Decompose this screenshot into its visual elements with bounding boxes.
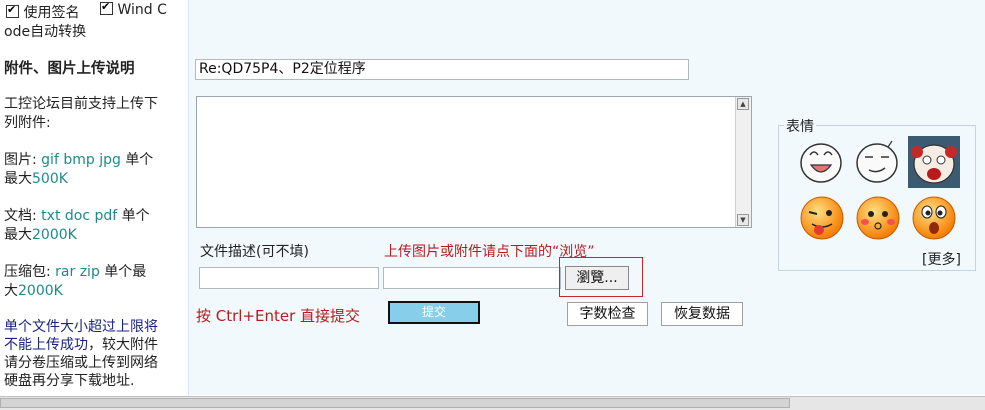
- doc-label: 文档:: [4, 208, 37, 224]
- option-signature[interactable]: 使用签名: [6, 2, 79, 22]
- image-max-line: 最大500K: [4, 168, 68, 188]
- textarea-scrollbar[interactable]: ▲ ▼: [735, 97, 751, 227]
- browse-button[interactable]: 瀏覽...: [565, 266, 629, 290]
- tongue-wink-emoticon[interactable]: [797, 194, 847, 244]
- intro-line1: 工控论坛目前支持上传下: [4, 96, 158, 112]
- image-max-word: 最大: [4, 171, 32, 187]
- file-path-input[interactable]: [383, 267, 561, 289]
- zip-max-prefix: 单个最: [104, 264, 147, 280]
- signature-checkbox[interactable]: [6, 3, 19, 18]
- more-emoticons-link[interactable]: [更多]: [922, 249, 961, 269]
- scroll-down-icon[interactable]: ▼: [737, 214, 749, 226]
- windcode-label-line2: ode自动转换: [4, 24, 87, 40]
- signature-label: 使用签名: [23, 5, 80, 21]
- post-content-textarea[interactable]: ▲ ▼: [196, 96, 752, 228]
- size-limit-note-line3: 请分卷压缩或上传到网络: [4, 355, 158, 371]
- blush-emoticon[interactable]: [853, 194, 903, 244]
- zip-types-line: 压缩包: rar zip 单个最: [4, 261, 146, 281]
- sidebar: 使用签名 Wind C ode自动转换 附件、图片上传说明 工控论坛目前支持上传…: [0, 0, 188, 395]
- image-max-value: 500K: [32, 171, 68, 187]
- image-types-line: 图片: gif bmp jpg 单个: [4, 149, 153, 169]
- doc-types-line: 文档: txt doc pdf 单个: [4, 205, 150, 225]
- white-smirk-emoticon[interactable]: [852, 137, 902, 187]
- doc-max-word: 最大: [4, 227, 32, 243]
- zip-max-line: 大2000K: [4, 280, 63, 300]
- submit-shortcut-hint: 按 Ctrl+Enter 直接提交: [196, 307, 361, 325]
- submit-button[interactable]: 提交: [388, 301, 480, 324]
- word-count-button[interactable]: 字数检查: [567, 302, 648, 326]
- doc-max-line: 最大2000K: [4, 224, 77, 244]
- zip-max-word: 大: [4, 283, 18, 299]
- restore-data-button[interactable]: 恢复数据: [661, 302, 743, 326]
- post-title-input[interactable]: Re:QD75P4、P2定位程序: [195, 59, 689, 80]
- scroll-up-icon[interactable]: ▲: [737, 98, 749, 110]
- file-description-input[interactable]: [199, 267, 379, 289]
- scrollbar-thumb[interactable]: [0, 398, 790, 408]
- file-description-label: 文件描述(可不填): [200, 244, 309, 260]
- size-limit-rest: ，较大附件: [88, 337, 158, 353]
- doc-types: txt doc pdf: [41, 208, 118, 224]
- windcode-checkbox[interactable]: [100, 0, 113, 15]
- upload-help-heading: 附件、图片上传说明: [4, 61, 135, 77]
- size-limit-note-line4: 硬盘再分享下载地址.: [4, 373, 135, 389]
- surprised-emoticon[interactable]: [909, 194, 959, 244]
- white-grin-emoticon[interactable]: [796, 137, 846, 187]
- horizontal-scrollbar[interactable]: [0, 396, 985, 410]
- windcode-label-line1: Wind C: [117, 2, 167, 18]
- image-max-prefix: 单个: [125, 152, 154, 168]
- zip-label: 压缩包:: [4, 264, 51, 280]
- image-types: gif bmp jpg: [41, 152, 121, 168]
- intro-line2: 列附件:: [4, 115, 51, 131]
- size-limit-note-line1: 单个文件大小超过上限将: [4, 319, 158, 335]
- doc-max-prefix: 单个: [121, 208, 150, 224]
- image-label: 图片:: [4, 152, 37, 168]
- zip-max-value: 2000K: [18, 283, 63, 299]
- size-limit-warning: 不能上传成功: [4, 337, 88, 353]
- emoticon-legend: 表情: [784, 116, 816, 136]
- crying-face-emoticon[interactable]: [908, 136, 960, 188]
- option-windcode[interactable]: Wind C: [100, 0, 167, 18]
- zip-types: rar zip: [55, 264, 100, 280]
- doc-max-value: 2000K: [32, 227, 77, 243]
- size-limit-note-line2: 不能上传成功，较大附件: [4, 334, 158, 354]
